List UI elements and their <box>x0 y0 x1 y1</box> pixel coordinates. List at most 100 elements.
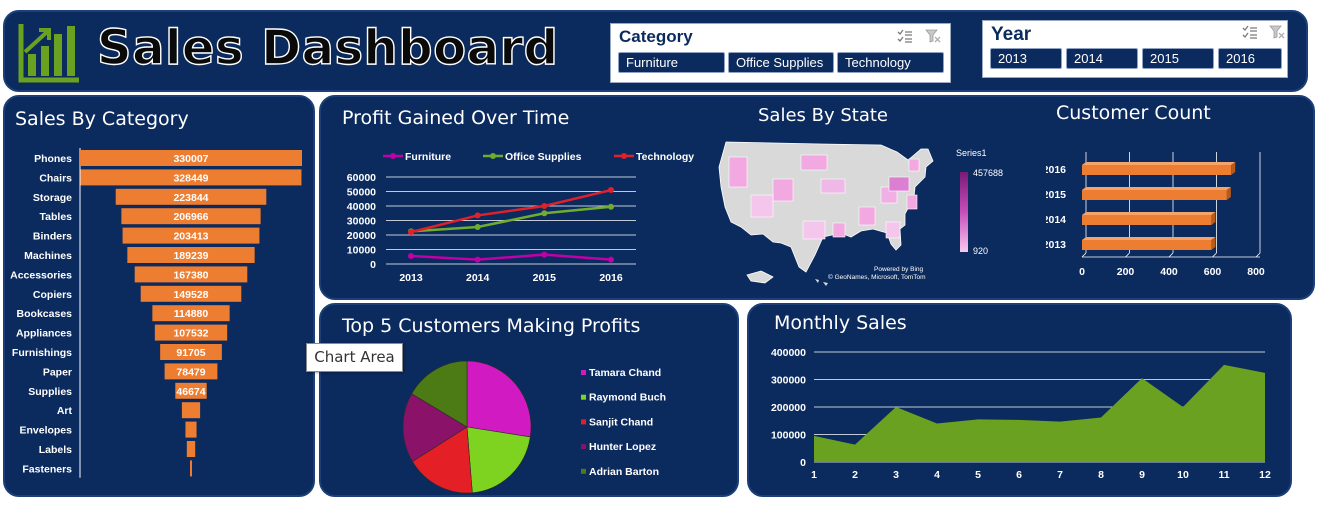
map-credit-line1: Powered by Bing <box>874 266 924 273</box>
year-slicer[interactable]: Year 2013 2014 2015 2016 <box>982 20 1288 78</box>
monthly-x-tick: 10 <box>1177 469 1189 481</box>
slicer-item-2015[interactable]: 2015 <box>1142 48 1214 69</box>
chart-area-tooltip: Chart Area <box>306 343 403 372</box>
category-label: Chairs <box>39 172 72 184</box>
pie-legend-swatch <box>581 419 586 425</box>
profit-data-point <box>608 256 614 263</box>
pie-legend-swatch <box>581 444 586 450</box>
pie-legend-swatch <box>581 370 586 375</box>
top5-customers-pie[interactable]: Tamara Chand Raymond Buch Sanjit Chand Hunt… <box>321 305 737 495</box>
profit-x-tick: 2014 <box>466 272 490 284</box>
multi-select-icon[interactable] <box>897 29 913 43</box>
monthly-x-tick: 3 <box>893 469 899 481</box>
profit-legend-label: Furniture <box>405 151 451 163</box>
profit-data-point <box>541 210 548 217</box>
monthly-sales-panel: Monthly Sales 0 100000 200000 300000 400000 1… <box>747 303 1292 497</box>
monthly-y-tick: 200000 <box>771 402 806 414</box>
category-value-label: 189239 <box>173 250 208 262</box>
category-bar <box>181 402 201 419</box>
slicer-item-2013[interactable]: 2013 <box>990 48 1062 69</box>
slicer-item-office-supplies[interactable]: Office Supplies <box>728 52 834 73</box>
slicer-item-2016[interactable]: 2016 <box>1218 48 1282 69</box>
customer-y-label: 2014 <box>1046 214 1066 226</box>
customer-gridline <box>1125 252 1130 258</box>
customer-gridline <box>1168 252 1174 258</box>
monthly-sales-chart[interactable]: 01000002000003000004000001 2 3 4 5 6 7 8 9 10 11 12 <box>749 305 1290 495</box>
customer-count-chart[interactable]: 0 200 400 600 800 2016 2015 2014 2013 <box>1046 97 1306 297</box>
monthly-x-tick: 12 <box>1259 469 1271 481</box>
customer-gridline <box>1255 252 1261 258</box>
multi-select-icon[interactable] <box>1242 25 1258 39</box>
category-bar <box>189 460 193 477</box>
pie-slice <box>466 360 532 438</box>
profit-y-tick: 60000 <box>347 172 376 184</box>
profit-data-point <box>608 203 614 210</box>
slicer-item-2014[interactable]: 2014 <box>1066 48 1138 69</box>
pie-legend-label: Adrian Barton <box>589 466 659 478</box>
profit-data-point <box>408 253 414 260</box>
category-value-label: 206966 <box>173 211 208 223</box>
profit-legend-marker <box>621 153 627 159</box>
sales-by-category-chart[interactable]: Phones 330007 Chairs 328449 Storage 223844 Tab… <box>5 97 313 495</box>
map-legend-title: Series1 <box>956 148 987 158</box>
category-value-label: 167380 <box>173 269 208 281</box>
pie-legend-label: Tamara Chand <box>589 367 661 379</box>
monthly-x-tick: 9 <box>1139 469 1145 481</box>
profit-legend-label: Technology <box>636 151 694 163</box>
profit-y-tick: 50000 <box>347 187 376 199</box>
profit-over-time-chart[interactable]: 0 10000 20000 30000 40000 50000 60000 2013 2014 2… <box>321 97 721 297</box>
profit-data-point <box>474 212 481 219</box>
customer-bar-top <box>1082 212 1216 215</box>
profit-data-point <box>474 256 481 263</box>
map-credit-line2: © GeoNames, Microsoft, TomTom <box>828 273 926 281</box>
profit-data-point <box>541 203 548 209</box>
top5-customers-panel: Top 5 Customers Making Profits Tamara Ch… <box>319 303 739 497</box>
category-label: Bookcases <box>17 308 73 320</box>
monthly-x-tick: 4 <box>934 469 940 481</box>
map-legend-max: 457688 <box>973 168 1003 178</box>
customer-x-tick: 200 <box>1117 266 1135 278</box>
customer-y-label: 2015 <box>1046 189 1066 201</box>
pie-legend-label: Raymond Buch <box>589 392 666 404</box>
customer-bar <box>1082 240 1212 250</box>
profit-data-point <box>408 229 414 236</box>
profit-legend-marker <box>490 153 496 159</box>
monthly-y-tick: 0 <box>800 457 806 469</box>
profit-data-point <box>608 187 614 194</box>
pie-legend-swatch <box>581 394 586 400</box>
map-legend: Series1 457688 920 <box>956 148 1003 256</box>
category-label: Machines <box>24 250 72 262</box>
customer-y-label: 2016 <box>1046 164 1066 176</box>
category-label: Labels <box>39 444 72 456</box>
profit-data-point <box>474 224 481 231</box>
profit-series-line <box>410 253 612 261</box>
category-value-label: 91705 <box>176 347 205 359</box>
profit-series-line <box>410 188 612 234</box>
customer-bar <box>1082 165 1232 175</box>
category-label: Storage <box>33 192 72 204</box>
monthly-y-tick: 300000 <box>771 375 806 387</box>
customer-x-tick: 600 <box>1204 266 1222 278</box>
profit-x-tick: 2015 <box>533 272 557 284</box>
slicer-item-furniture[interactable]: Furniture <box>618 52 725 73</box>
category-bar <box>186 441 196 457</box>
pie-legend-label: Hunter Lopez <box>589 441 656 453</box>
monthly-x-tick: 1 <box>811 469 817 481</box>
category-value-label: 107532 <box>173 328 208 340</box>
profit-data-point <box>541 251 548 258</box>
clear-filter-icon[interactable] <box>925 29 941 43</box>
customer-bar-top <box>1082 187 1231 190</box>
pie-legend-swatch <box>581 468 586 474</box>
slicer-item-technology[interactable]: Technology <box>837 52 944 73</box>
category-value-label: 223844 <box>173 192 208 204</box>
profit-y-tick: 40000 <box>347 201 376 213</box>
category-label: Furnishings <box>12 347 72 359</box>
customer-x-tick: 0 <box>1079 266 1085 278</box>
monthly-x-tick: 2 <box>852 469 858 481</box>
category-slicer[interactable]: Category Furniture Office Supplies Techn… <box>610 23 951 83</box>
category-label: Accessories <box>10 269 72 281</box>
clear-filter-icon[interactable] <box>1269 25 1285 39</box>
category-value-label: 328449 <box>173 172 208 184</box>
map-legend-min: 920 <box>973 246 988 256</box>
category-label: Supplies <box>28 386 72 398</box>
